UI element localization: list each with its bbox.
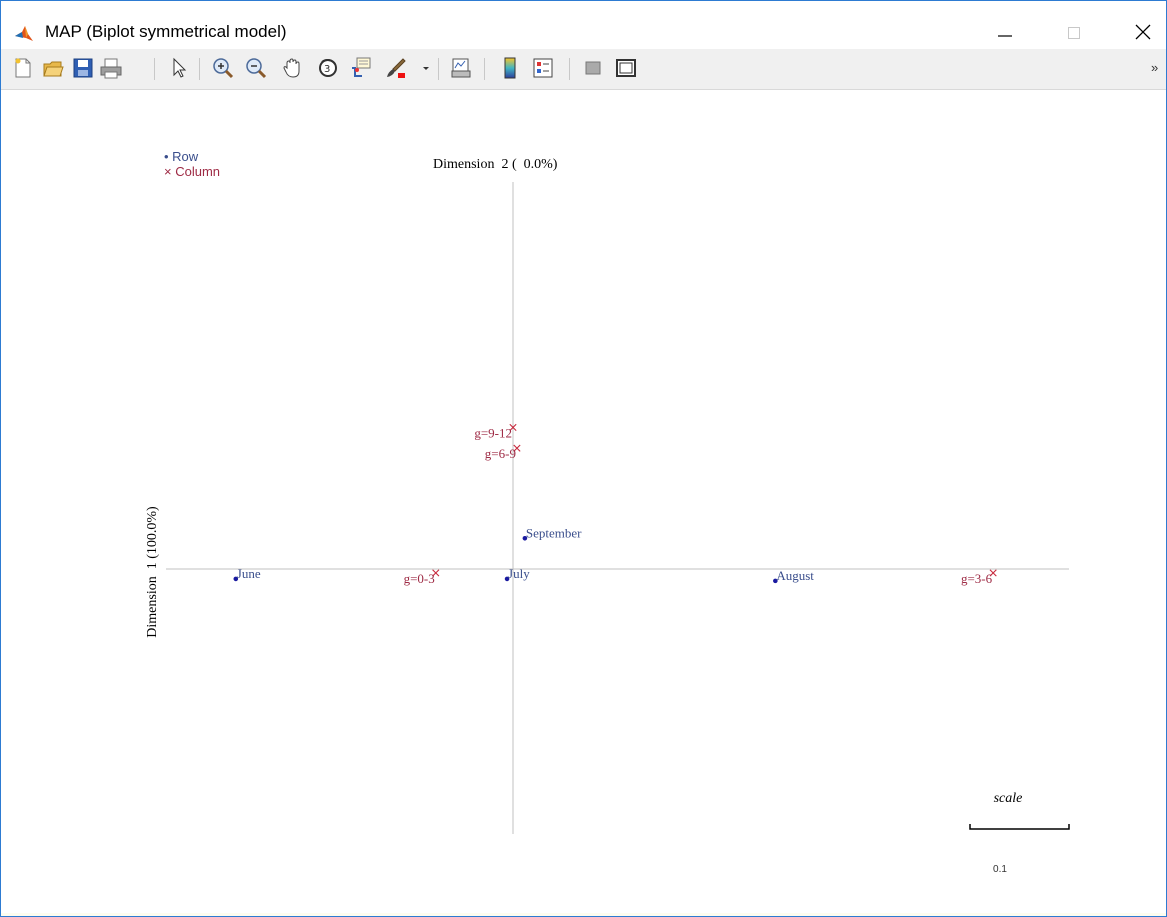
- scale-bar: [969, 824, 1070, 830]
- toolbar-separator: [438, 58, 439, 80]
- toolbar-separator: [154, 58, 155, 80]
- row-label-september: September: [526, 525, 582, 540]
- column-label-g=3-6: g=3-6: [961, 571, 993, 586]
- close-button[interactable]: [1119, 15, 1165, 51]
- x-axis-label: Dimension 1 (100.0%): [145, 506, 160, 638]
- row-label-june: June: [237, 566, 261, 581]
- rotate-3d-icon[interactable]: 3: [316, 56, 340, 80]
- svg-text:3: 3: [324, 64, 330, 75]
- insert-colorbar-icon[interactable]: [498, 56, 522, 80]
- hide-plot-tools-icon[interactable]: [581, 56, 605, 80]
- pan-hand-icon[interactable]: [281, 56, 305, 80]
- figure-window: MAP (Biplot symmetrical model) 3 » • Row…: [0, 0, 1167, 917]
- toolbar-separator: [199, 58, 200, 80]
- data-points: June July August September g=0-3 g=3-6 g=6-9 g=…: [233, 423, 997, 586]
- insert-legend-icon[interactable]: [531, 56, 555, 80]
- legend-row: • Row: [164, 149, 199, 164]
- zoom-in-icon[interactable]: [211, 56, 235, 80]
- row-label-july: July: [508, 566, 530, 581]
- minimize-icon: [998, 35, 1012, 37]
- row-label-august: August: [776, 568, 814, 583]
- toolbar-separator: [569, 58, 570, 80]
- brush-icon[interactable]: [384, 56, 408, 80]
- window-title: MAP (Biplot symmetrical model): [45, 22, 287, 41]
- scale-label: scale: [994, 791, 1023, 806]
- maximize-icon: [1068, 27, 1080, 39]
- status-strip: [1, 913, 1166, 916]
- matlab-logo-icon: [14, 24, 34, 44]
- column-label-g=9-12: g=9-12: [474, 425, 512, 440]
- y-axis-label: Dimension 2 ( 0.0%): [433, 157, 558, 172]
- figure-toolbar: 3 »: [1, 49, 1166, 90]
- close-icon: [1135, 24, 1151, 40]
- data-cursor-icon[interactable]: [349, 56, 373, 80]
- print-icon[interactable]: [99, 56, 123, 80]
- legend-column: × Column: [164, 164, 220, 179]
- scale-value: 0.1: [993, 864, 1007, 875]
- title-bar[interactable]: MAP (Biplot symmetrical model): [1, 1, 1166, 49]
- show-plot-tools-icon[interactable]: [614, 56, 638, 80]
- column-label-g=6-9: g=6-9: [485, 446, 516, 461]
- plot-canvas[interactable]: • Row × Column Dimension 2 ( 0.0%) Dimen…: [1, 90, 1166, 914]
- column-label-g=0-3: g=0-3: [404, 571, 435, 586]
- save-icon[interactable]: [71, 56, 95, 80]
- zoom-out-icon[interactable]: [244, 56, 268, 80]
- brush-dropdown-icon[interactable]: [420, 56, 432, 80]
- toolbar-separator: [484, 58, 485, 80]
- link-plot-icon[interactable]: [449, 56, 473, 80]
- toolbar-overflow-icon[interactable]: »: [1151, 59, 1163, 83]
- open-file-icon[interactable]: [41, 56, 65, 80]
- maximize-button[interactable]: [1051, 15, 1097, 51]
- scale-bar-line: [969, 824, 1070, 830]
- minimize-button[interactable]: [981, 15, 1027, 51]
- pointer-icon[interactable]: [167, 56, 191, 80]
- biplot: • Row × Column Dimension 2 ( 0.0%) Dimen…: [145, 149, 1070, 875]
- new-figure-icon[interactable]: [11, 56, 35, 80]
